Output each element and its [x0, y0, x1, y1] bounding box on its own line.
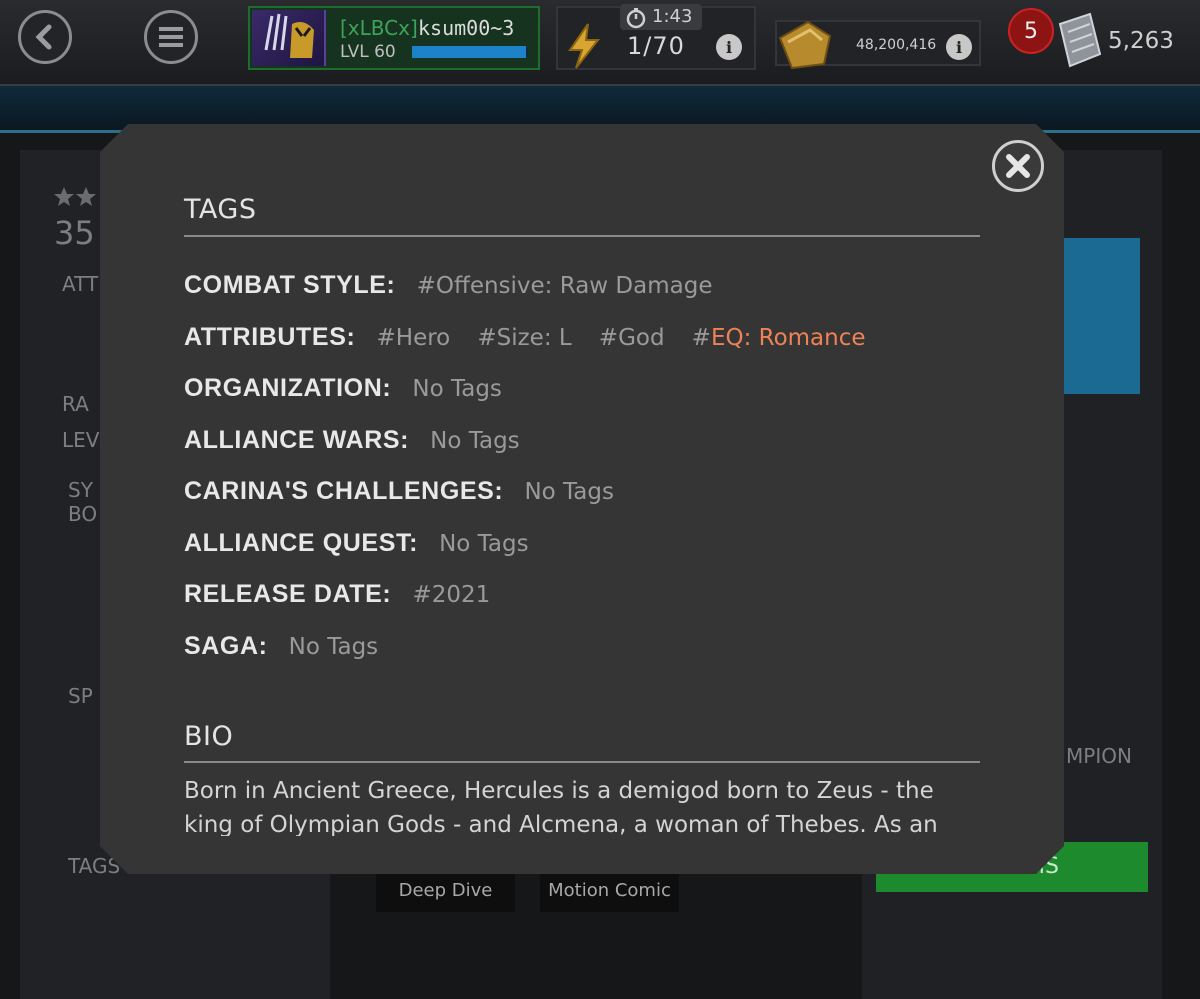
gold-amount: 48,200,416 — [856, 37, 937, 53]
tag-value: No Tags — [430, 428, 520, 454]
stat-label: ATT — [62, 272, 99, 296]
motion-comic-button[interactable]: Motion Comic — [540, 868, 679, 912]
stat-label: SY — [68, 478, 93, 502]
tag-value: #God — [598, 325, 665, 351]
star-count-text: 35 — [54, 214, 95, 252]
xp-bar-fill — [412, 46, 526, 58]
tag-key: ORGANIZATION: — [184, 374, 392, 402]
top-bar: [xLBCx] ksum00~3 LVL 60 1:43 1/70 i 48,2… — [0, 0, 1200, 86]
tag-row-release-date: RELEASE DATE: #2021 — [184, 580, 512, 612]
player-level: LVL 60 — [340, 42, 396, 62]
tag-row-combat-style: COMBAT STYLE: #Offensive: Raw Damage — [184, 271, 734, 303]
tags-divider — [184, 235, 980, 237]
close-button[interactable] — [992, 140, 1044, 192]
tag-row-saga: SAGA: No Tags — [184, 632, 400, 664]
bio-divider — [184, 761, 980, 763]
units-amount: 5,263 — [1108, 28, 1174, 54]
tag-row-alliance-wars: ALLIANCE WARS: No Tags — [184, 426, 542, 458]
tag-key: CARINA'S CHALLENGES: — [184, 477, 504, 505]
alliance-tag: [xLBCx] — [340, 16, 418, 40]
stat-label: LEV — [62, 428, 100, 452]
menu-button[interactable] — [144, 10, 198, 64]
tag-key: ALLIANCE WARS: — [184, 426, 410, 454]
tag-key: ALLIANCE QUEST: — [184, 529, 418, 557]
tag-key: RELEASE DATE: — [184, 580, 392, 608]
tag-row-alliance-quest: ALLIANCE QUEST: No Tags — [184, 529, 551, 561]
stat-label: RA — [62, 392, 89, 416]
timer-text: 1:43 — [652, 6, 693, 27]
close-icon — [1006, 154, 1030, 178]
back-arrow-icon — [35, 24, 52, 50]
notification-badge[interactable]: 5 — [1008, 8, 1054, 54]
tag-value: No Tags — [524, 479, 614, 505]
back-button[interactable] — [18, 10, 72, 64]
gold-info-icon[interactable]: i — [946, 34, 972, 60]
tag-value: #2021 — [412, 582, 491, 608]
avatar — [252, 10, 326, 66]
lightning-icon — [568, 23, 601, 69]
tag-key: ATTRIBUTES: — [184, 323, 356, 351]
tag-key: COMBAT STYLE: — [184, 271, 396, 299]
gold-icon — [778, 20, 832, 70]
stopwatch-icon — [626, 8, 646, 29]
bio-text[interactable]: Born in Ancient Greece, Hercules is a de… — [184, 774, 984, 836]
champion-label: MPION — [1066, 744, 1132, 768]
player-profile[interactable]: [xLBCx] ksum00~3 LVL 60 — [248, 6, 540, 70]
tag-value: #Offensive: Raw Damage — [416, 273, 713, 299]
bio-title: BIO — [184, 721, 234, 752]
energy-count: 1/70 — [627, 32, 685, 60]
tag-value: No Tags — [439, 531, 529, 557]
tag-value: No Tags — [412, 376, 502, 402]
tag-value: #Hero — [376, 325, 451, 351]
tag-key: SAGA: — [184, 632, 268, 660]
tag-value: #Size: L — [477, 325, 572, 351]
tag-value-highlighted: #EQ: Romance — [691, 325, 866, 351]
blue-info-panel — [1060, 238, 1140, 394]
player-name: ksum00~3 — [418, 16, 515, 40]
tag-row-attributes: ATTRIBUTES: #Hero #Size: L #God #EQ: Rom… — [184, 323, 888, 355]
deep-dive-button[interactable]: Deep Dive — [376, 868, 515, 912]
tag-row-carinas-challenges: CARINA'S CHALLENGES: No Tags — [184, 477, 636, 509]
star-rating-icon — [54, 187, 96, 206]
units-icon — [1058, 12, 1102, 68]
tag-value: No Tags — [288, 634, 379, 660]
wolverine-portrait-icon — [264, 13, 314, 58]
highlighted-tag-text: EQ: Romance — [710, 325, 866, 351]
tags-title: TAGS — [184, 194, 257, 225]
energy-info-icon[interactable]: i — [716, 34, 742, 60]
menu-icon — [159, 27, 183, 47]
tag-row-organization: ORGANIZATION: No Tags — [184, 374, 524, 406]
xp-bar — [412, 46, 528, 58]
stat-label: BO — [68, 502, 98, 526]
stat-label: SP — [68, 684, 93, 708]
